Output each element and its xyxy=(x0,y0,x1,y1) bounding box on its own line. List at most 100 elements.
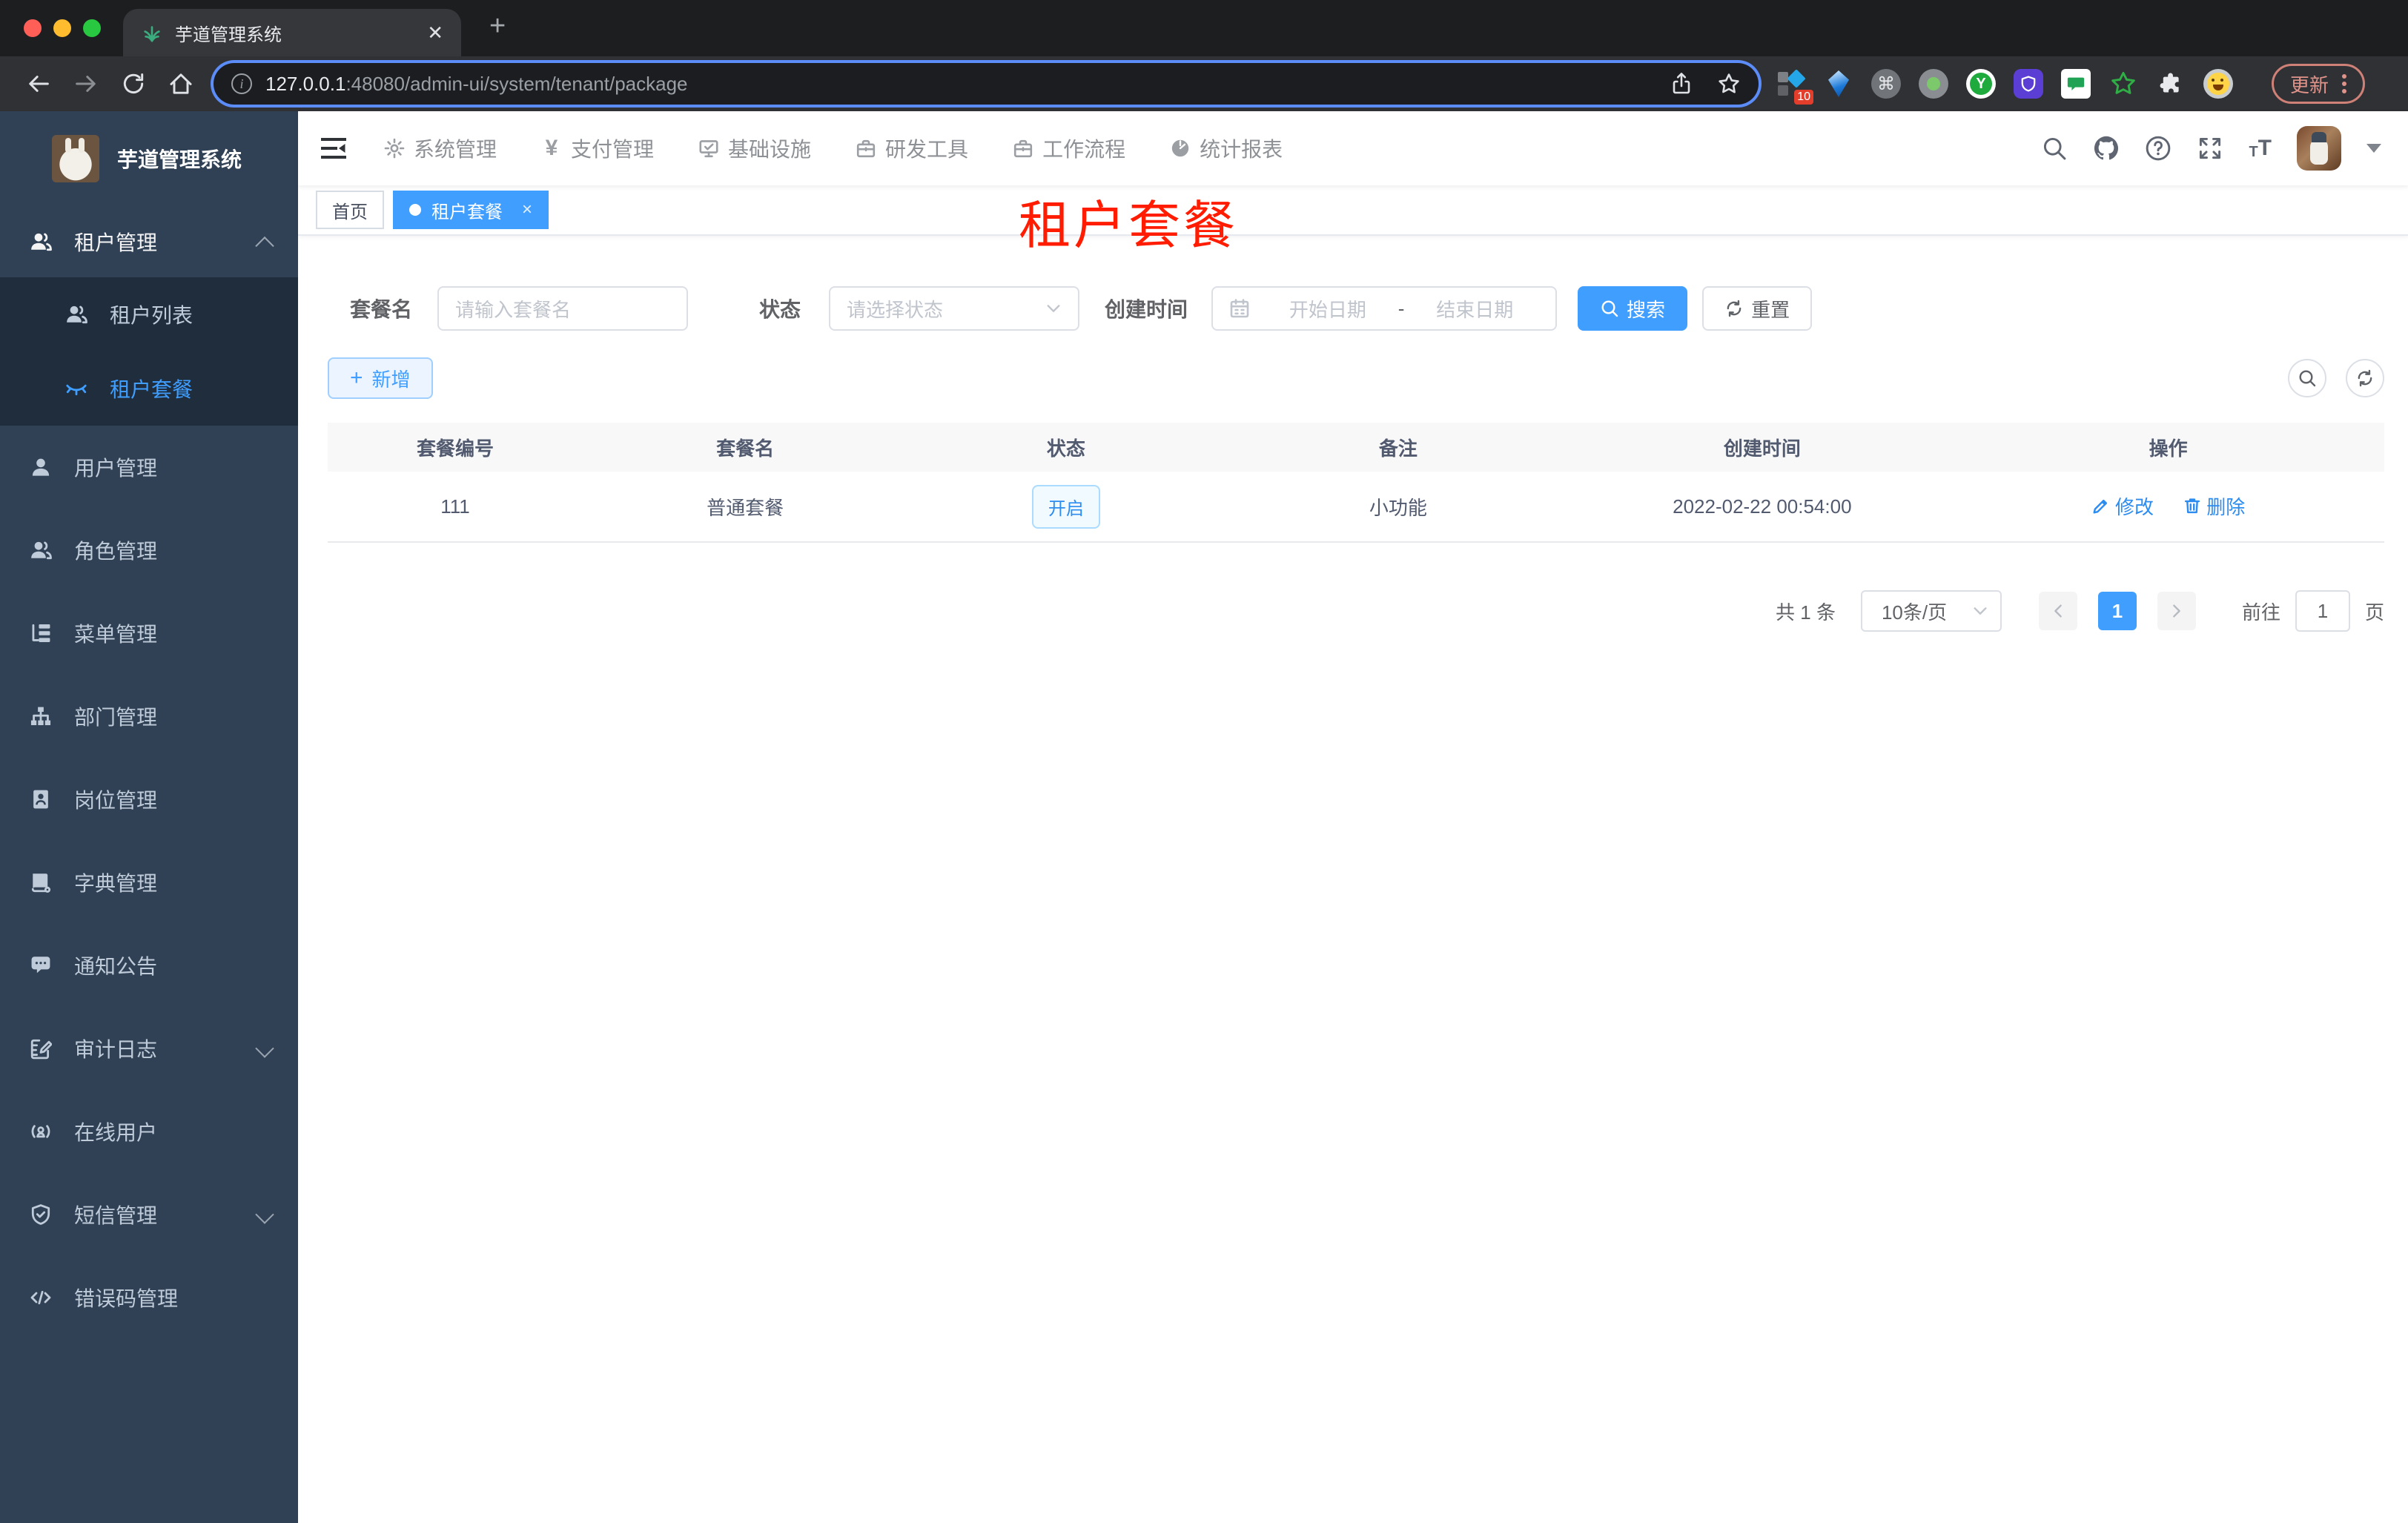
address-bar[interactable]: i 127.0.0.1:48080/admin-ui/system/tenant… xyxy=(214,63,1759,105)
status-select[interactable]: 请选择状态 xyxy=(829,286,1080,331)
sidebar-item-error-code[interactable]: 错误码管理 xyxy=(0,1256,298,1339)
refresh-table-button[interactable] xyxy=(2346,359,2384,397)
minimize-window-button[interactable] xyxy=(53,19,71,37)
end-date-placeholder[interactable]: 结束日期 xyxy=(1410,295,1539,323)
extension-recorder-icon[interactable] xyxy=(1919,69,1948,99)
cell-created-time: 2022-02-22 00:54:00 xyxy=(1673,495,1852,518)
sidebar-fold-icon[interactable] xyxy=(319,133,348,163)
extension-y-icon[interactable]: Y xyxy=(1966,69,1996,99)
add-button[interactable]: + 新增 xyxy=(328,357,433,399)
help-icon[interactable] xyxy=(2145,135,2172,162)
delete-link[interactable]: 删除 xyxy=(2183,492,2245,520)
reset-button[interactable]: 重置 xyxy=(1702,286,1813,331)
browser-tab[interactable]: 芋道管理系统 ✕ xyxy=(123,9,461,56)
page-size-select[interactable]: 10条/页 xyxy=(1860,590,2002,632)
tag-home[interactable]: 首页 xyxy=(316,191,384,229)
close-window-button[interactable] xyxy=(24,19,42,37)
next-page-button[interactable] xyxy=(2157,592,2196,630)
nav-item-infrastructure[interactable]: 基础设施 xyxy=(698,133,811,163)
active-tag-dot xyxy=(409,204,421,216)
package-name-input[interactable]: 请输入套餐名 xyxy=(437,286,689,331)
column-header: 状态 xyxy=(1046,437,1085,460)
extension-command-icon[interactable]: ⌘ xyxy=(1871,69,1901,99)
nav-item-reports[interactable]: 统计报表 xyxy=(1170,133,1283,163)
extension-gem-icon[interactable] xyxy=(1824,69,1853,99)
sidebar-item-tenant-list[interactable]: 租户列表 xyxy=(0,277,298,351)
status-label: 状态 xyxy=(759,298,801,321)
site-info-icon[interactable]: i xyxy=(231,73,252,94)
code-icon xyxy=(30,1290,51,1305)
extensions-puzzle-icon[interactable] xyxy=(2156,69,2186,99)
browser-tab-strip: 芋道管理系统 ✕ + xyxy=(0,0,2408,56)
start-date-placeholder[interactable]: 开始日期 xyxy=(1263,295,1392,323)
nav-item-dev-tools[interactable]: 研发工具 xyxy=(856,133,968,163)
browser-update-button[interactable]: 更新 xyxy=(2272,64,2366,104)
forward-icon[interactable] xyxy=(73,70,99,97)
cell-remark: 小功能 xyxy=(1369,496,1427,519)
sidebar-item-menu-management[interactable]: 菜单管理 xyxy=(0,592,298,675)
sidebar-item-audit-log[interactable]: 审计日志 xyxy=(0,1007,298,1090)
nav-item-system[interactable]: 系统管理 xyxy=(384,133,497,163)
sidebar-item-user-management[interactable]: 用户管理 xyxy=(0,426,298,509)
sidebar-logo[interactable]: 芋道管理系统 xyxy=(0,111,298,206)
share-icon[interactable] xyxy=(1670,72,1693,96)
user-avatar[interactable] xyxy=(2297,126,2341,171)
sidebar-item-role-management[interactable]: 角色管理 xyxy=(0,509,298,592)
tab-close-icon[interactable]: ✕ xyxy=(427,22,443,44)
goto-page-input[interactable]: 1 xyxy=(2295,590,2350,632)
sidebar-item-tenant-management[interactable]: 租户管理 xyxy=(0,206,298,277)
bookmark-star-icon[interactable] xyxy=(1717,72,1741,96)
extension-star-icon[interactable] xyxy=(2108,69,2138,99)
online-user-icon xyxy=(31,1125,50,1138)
sidebar-item-online-users[interactable]: 在线用户 xyxy=(0,1090,298,1173)
edit-link[interactable]: 修改 xyxy=(2091,492,2154,520)
sidebar-item-dictionary-management[interactable]: 字典管理 xyxy=(0,841,298,924)
nav-item-workflow[interactable]: 工作流程 xyxy=(1013,133,1125,163)
cell-package-name: 普通套餐 xyxy=(707,496,784,519)
url-text: 127.0.0.1:48080/admin-ui/system/tenant/p… xyxy=(265,72,688,95)
fullscreen-icon[interactable] xyxy=(2197,135,2223,162)
tree-menu-icon xyxy=(32,624,50,642)
sidebar-item-post-management[interactable]: 岗位管理 xyxy=(0,758,298,841)
search-icon[interactable] xyxy=(2041,135,2068,162)
home-icon[interactable] xyxy=(168,70,194,97)
sidebar-item-department-management[interactable]: 部门管理 xyxy=(0,675,298,758)
yen-icon: ¥ xyxy=(545,136,558,160)
chevron-down-icon xyxy=(1974,607,1987,615)
goto-label: 前往 xyxy=(2241,601,2280,624)
browser-menu-icon[interactable] xyxy=(2342,74,2347,93)
extension-chat-icon[interactable] xyxy=(2061,69,2091,99)
reload-icon[interactable] xyxy=(120,70,147,97)
window-controls xyxy=(24,19,101,37)
browser-toolbar: i 127.0.0.1:48080/admin-ui/system/tenant… xyxy=(0,56,2408,111)
sidebar-item-notice[interactable]: 通知公告 xyxy=(0,924,298,1007)
sidebar-item-sms-management[interactable]: 短信管理 xyxy=(0,1173,298,1256)
tag-tenant-package[interactable]: 租户套餐 × xyxy=(393,191,549,229)
prev-page-button[interactable] xyxy=(2038,592,2077,630)
extension-shield-icon[interactable] xyxy=(2014,69,2043,99)
search-button[interactable]: 搜索 xyxy=(1578,286,1688,331)
back-icon[interactable] xyxy=(25,70,52,97)
new-tab-button[interactable]: + xyxy=(489,10,506,42)
extension-grid-icon[interactable]: 10 xyxy=(1776,69,1813,105)
sidebar-item-tenant-package[interactable]: 租户套餐 xyxy=(0,351,298,426)
table-row: 111 普通套餐 开启 小功能 2022-02-22 00:54:00 修改 删… xyxy=(328,472,2384,543)
calendar-icon xyxy=(1230,299,1249,318)
font-size-icon[interactable]: TT xyxy=(2249,137,2272,160)
audit-log-icon xyxy=(30,1039,52,1060)
nav-item-payment[interactable]: ¥ 支付管理 xyxy=(541,133,654,163)
maximize-window-button[interactable] xyxy=(83,19,101,37)
avatar-caret-down-icon[interactable] xyxy=(2366,144,2381,153)
status-toggle-button[interactable]: 开启 xyxy=(1031,484,1100,529)
column-header: 创建时间 xyxy=(1723,437,1801,460)
show-search-toggle-button[interactable] xyxy=(2288,359,2326,397)
current-page-button[interactable]: 1 xyxy=(2097,592,2137,630)
page-title: 租户套餐 xyxy=(1019,196,1238,254)
dashboard-icon xyxy=(1171,139,1189,157)
profile-avatar-emoji[interactable] xyxy=(2203,69,2233,99)
date-range-picker[interactable]: 开始日期 - 结束日期 xyxy=(1211,286,1558,331)
pagination: 共 1 条 10条/页 1 前往 1 页 xyxy=(322,590,2384,632)
github-icon[interactable] xyxy=(2093,135,2120,162)
tag-close-icon[interactable]: × xyxy=(522,199,532,220)
tags-view-bar: 首页 租户套餐 × xyxy=(298,185,2408,236)
